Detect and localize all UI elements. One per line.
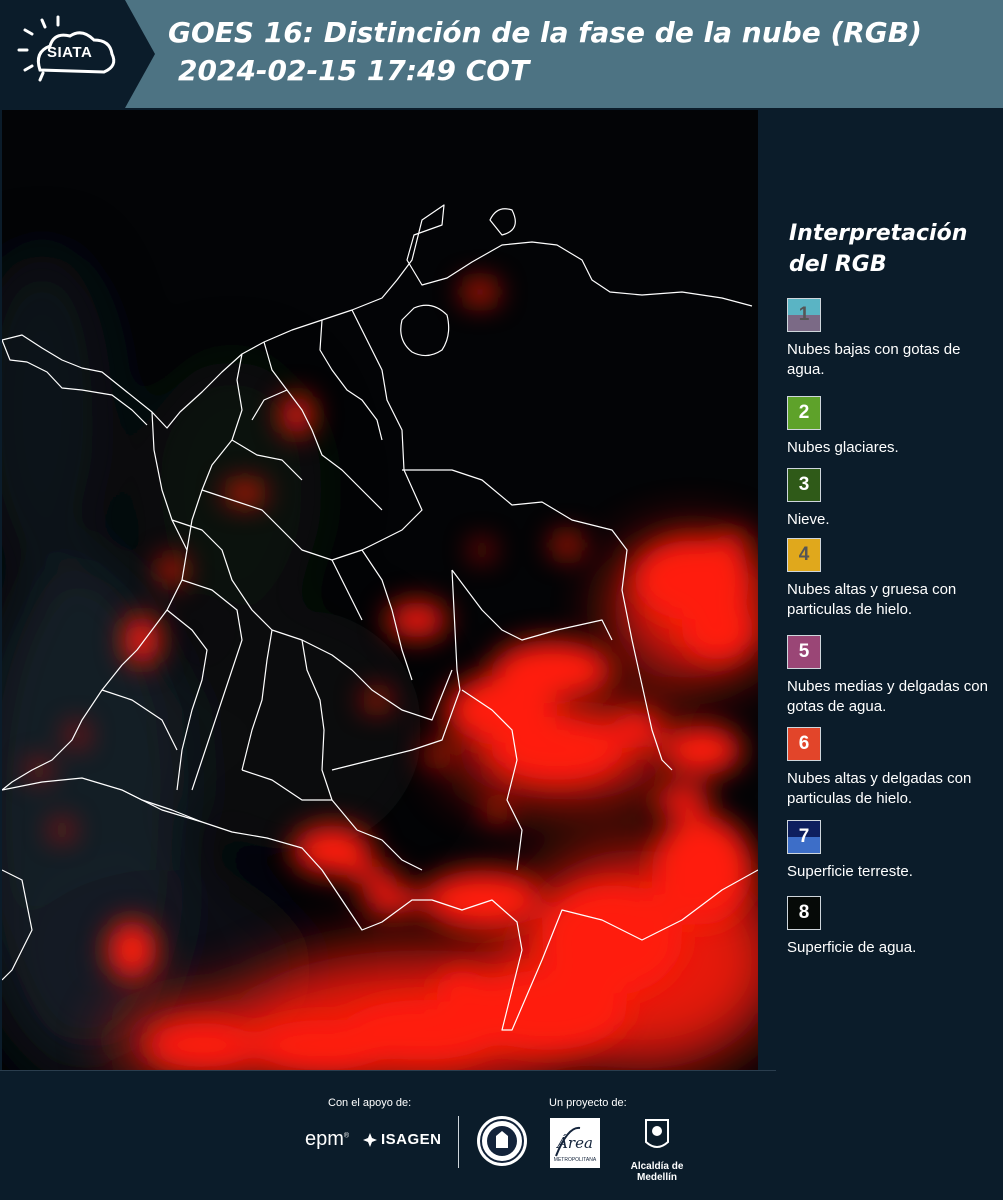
legend-swatch-1: 1 — [787, 298, 821, 332]
support-label: Con el apoyo de: — [328, 1097, 412, 1109]
legend-number-8: 8 — [798, 902, 810, 923]
legend-label-6: Nubes altas y delgadas con particulas de… — [787, 770, 972, 807]
legend-number-1: 1 — [798, 304, 810, 325]
title-line-2-datetime: 2024-02-15 17:49 COT — [178, 54, 530, 87]
area-metropolitana-logo: Área METROPOLITANA — [550, 1118, 600, 1168]
legend-number-3: 3 — [798, 474, 810, 495]
legend-swatch-4: 4 — [787, 538, 821, 572]
epm-logo: epm® — [305, 1128, 350, 1150]
alcaldia-label: Alcaldía de Medellín — [630, 1161, 684, 1183]
legend-swatch-8: 8 — [787, 896, 821, 930]
siata-logo-text: SIATA — [47, 44, 93, 61]
legend-swatch-3: 3 — [787, 468, 821, 502]
legend-label-7: Superficie terreste. — [787, 863, 913, 880]
isagen-logo-text: ISAGEN — [381, 1131, 442, 1148]
legend-panel: Interpretación del RGB 1 Nubes bajas con… — [760, 110, 1003, 1070]
alcaldia-medellin-logo: Alcaldía de Medellín — [611, 1118, 703, 1183]
area-logo-text: Área — [555, 1134, 593, 1152]
legend-number-2: 2 — [798, 402, 810, 423]
legend-number-7: 7 — [798, 826, 810, 847]
legend-title: Interpretación del RGB — [789, 218, 967, 280]
isagen-icon — [363, 1133, 377, 1148]
legend-item-5: 5 Nubes medias y delgadas con gotas de a… — [787, 635, 999, 717]
project-label: Un proyecto de: — [549, 1097, 627, 1109]
header-bar: SIATA GOES 16: Distinción de la fase de … — [0, 0, 1003, 108]
legend-item-3: 3 Nieve. — [787, 468, 999, 530]
legend-label-4: Nubes altas y gruesa con particulas de h… — [787, 581, 957, 618]
legend-swatch-6: 6 — [787, 727, 821, 761]
legend-item-1: 1 Nubes bajas con gotas de agua. — [787, 298, 999, 380]
legend-label-1: Nubes bajas con gotas de agua. — [787, 341, 961, 378]
title-line-1: GOES 16: Distinción de la fase de la nub… — [168, 16, 922, 49]
epm-logo-text: epm — [305, 1128, 344, 1150]
isagen-logo: ISAGEN — [362, 1131, 442, 1148]
legend-label-2: Nubes glaciares. — [787, 439, 899, 456]
legend-swatch-2: 2 — [787, 396, 821, 430]
legend-label-3: Nieve. — [787, 511, 830, 528]
legend-item-4: 4 Nubes altas y gruesa con particulas de… — [787, 538, 999, 620]
legend-label-8: Superficie de agua. — [787, 939, 917, 956]
legend-item-6: 6 Nubes altas y delgadas con particulas … — [787, 727, 999, 809]
page-title: GOES 16: Distinción de la fase de la nub… — [168, 14, 922, 90]
legend-title-line-1: Interpretación — [789, 221, 968, 246]
university-seal-logo — [477, 1116, 527, 1166]
legend-number-4: 4 — [798, 544, 810, 565]
legend-item-2: 2 Nubes glaciares. — [787, 396, 999, 458]
legend-item-8: 8 Superficie de agua. — [787, 896, 999, 958]
legend-item-7: 7 Superficie terreste. — [787, 820, 999, 882]
satellite-map[interactable] — [2, 110, 758, 1070]
legend-label-5: Nubes medias y delgadas con gotas de agu… — [787, 678, 988, 715]
legend-swatch-5: 5 — [787, 635, 821, 669]
legend-number-6: 6 — [798, 733, 810, 754]
legend-number-5: 5 — [798, 641, 810, 662]
legend-title-line-2: del RGB — [789, 252, 887, 277]
footer-bar: Con el apoyo de: Un proyecto de: epm® IS… — [0, 1070, 1003, 1200]
legend-swatch-7: 7 — [787, 820, 821, 854]
area-logo-subtext: METROPOLITANA — [554, 1157, 597, 1163]
siata-logo: SIATA — [0, 0, 155, 108]
footer-vertical-divider — [458, 1116, 459, 1168]
footer-divider-line — [0, 1070, 776, 1071]
medellin-shield-icon — [645, 1119, 669, 1148]
